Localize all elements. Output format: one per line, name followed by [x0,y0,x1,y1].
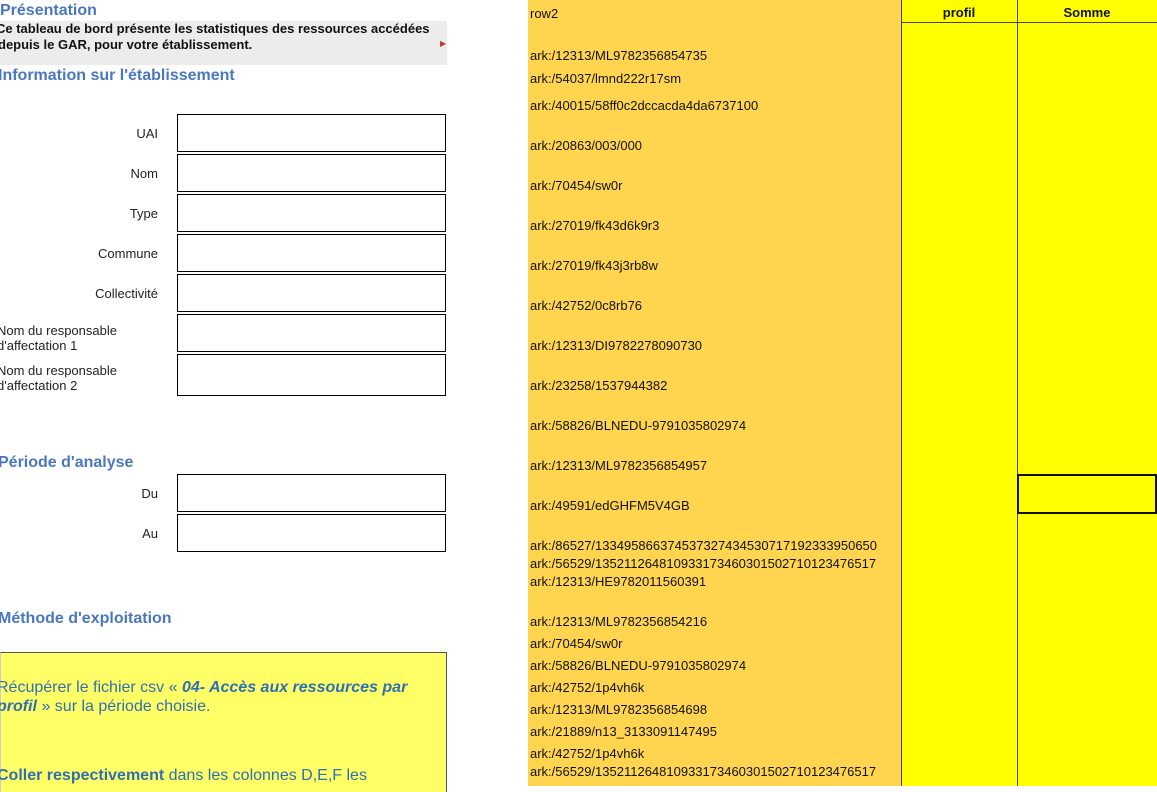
ark-row[interactable]: ark:/21889/n13_3133091147495 [530,724,717,739]
responsable1-label-line2: d'affectation 1 [0,338,78,353]
method-step1-suffix: » sur la période choisie. [37,698,211,715]
uai-label: UAI [136,126,158,141]
presentation-text: Ce tableau de bord présente les statisti… [0,21,440,52]
ark-row[interactable]: ark:/27019/fk43j3rb8w [530,258,658,273]
selected-cell[interactable] [1017,474,1157,514]
comment-indicator-icon: ▶ [440,39,447,48]
method-step1: Récupérer le fichier csv « 04- Accès aux… [0,678,437,716]
responsable2-field[interactable] [177,354,446,396]
somme-column-background [1017,0,1157,786]
ark-row[interactable]: ark:/86527/13349586637453732743453071719… [530,538,877,553]
responsable1-label: Nom du responsable d'affectation 1 [0,323,157,353]
method-step2-rest: dans les colonnes D,E,F les [164,767,367,784]
header-divider [901,22,1157,23]
responsable2-label-line2: d'affectation 2 [0,378,78,393]
ark-row[interactable]: ark:/40015/58ff0c2dccacda4da6737100 [530,98,758,113]
nom-label: Nom [130,166,158,181]
ark-row[interactable]: ark:/12313/ML9782356854735 [530,48,707,63]
collectivite-label: Collectivité [95,286,158,301]
ark-row[interactable]: ark:/20863/003/000 [530,138,642,153]
responsable2-label-line1: Nom du responsable [0,363,117,378]
responsable2-label: Nom du responsable d'affectation 2 [0,363,157,393]
method-step2-bold: Coller respectivement [0,767,165,784]
ark-row[interactable]: ark:/42752/1p4vh6k [530,680,644,695]
au-field[interactable] [177,514,446,552]
row-header[interactable]: row2 [530,6,558,21]
ark-row[interactable]: ark:/12313/HE9782011560391 [530,574,706,589]
ark-row[interactable]: ark:/12313/ML9782356854216 [530,614,707,629]
responsable1-field[interactable] [177,314,446,352]
du-field[interactable] [177,474,446,512]
ark-row[interactable]: ark:/42752/0c8rb76 [530,298,642,313]
methode-title: Méthode d'exploitation [0,610,172,627]
ark-row[interactable]: ark:/56529/13521126481093317346030150271… [530,556,876,571]
ark-row[interactable]: ark:/70454/sw0r [530,178,623,193]
presentation-text-line1: Ce tableau de bord présente les statisti… [0,21,430,36]
presentation-title: Présentation [0,2,97,19]
periode-title: Période d'analyse [0,454,134,471]
nom-field[interactable] [177,154,446,192]
ark-row[interactable]: ark:/70454/sw0r [530,636,623,651]
method-step2: Coller respectivement dans les colonnes … [0,766,437,785]
method-step1-prefix: Récupérer le fichier csv « [0,679,182,696]
ark-row[interactable]: ark:/56529/13521126481093317346030150271… [530,764,876,779]
commune-field[interactable] [177,234,446,272]
ark-row[interactable]: ark:/42752/1p4vh6k [530,746,644,761]
presentation-text-line2: depuis le GAR, pour votre établissement. [0,36,253,52]
profil-header[interactable]: profil [901,5,1017,20]
type-field[interactable] [177,194,446,232]
type-label: Type [129,206,158,221]
ark-row[interactable]: ark:/49591/edGHFM5V4GB [530,498,690,513]
ark-row[interactable]: ark:/58826/BLNEDU-9791035802974 [530,418,746,433]
somme-header[interactable]: Somme [1017,5,1157,20]
du-label: Du [141,486,158,501]
profil-column-background [901,0,1018,786]
ark-row[interactable]: ark:/27019/fk43d6k9r3 [530,218,659,233]
uai-field[interactable] [177,114,446,152]
responsable1-label-line1: Nom du responsable [0,323,117,338]
ark-row[interactable]: ark:/23258/1537944382 [530,378,667,393]
au-label: Au [142,526,158,541]
commune-label: Commune [98,246,158,261]
ark-row[interactable]: ark:/12313/ML9782356854957 [530,458,707,473]
info-title: Information sur l'établissement [0,67,235,84]
collectivite-field[interactable] [177,274,446,312]
ark-row[interactable]: ark:/58826/BLNEDU-9791035802974 [530,658,746,673]
ark-row[interactable]: ark:/12313/DI9782278090730 [530,338,702,353]
ark-row[interactable]: ark:/12313/ML9782356854698 [530,702,707,717]
ark-row[interactable]: ark:/54037/lmnd222r17sm [530,71,681,86]
